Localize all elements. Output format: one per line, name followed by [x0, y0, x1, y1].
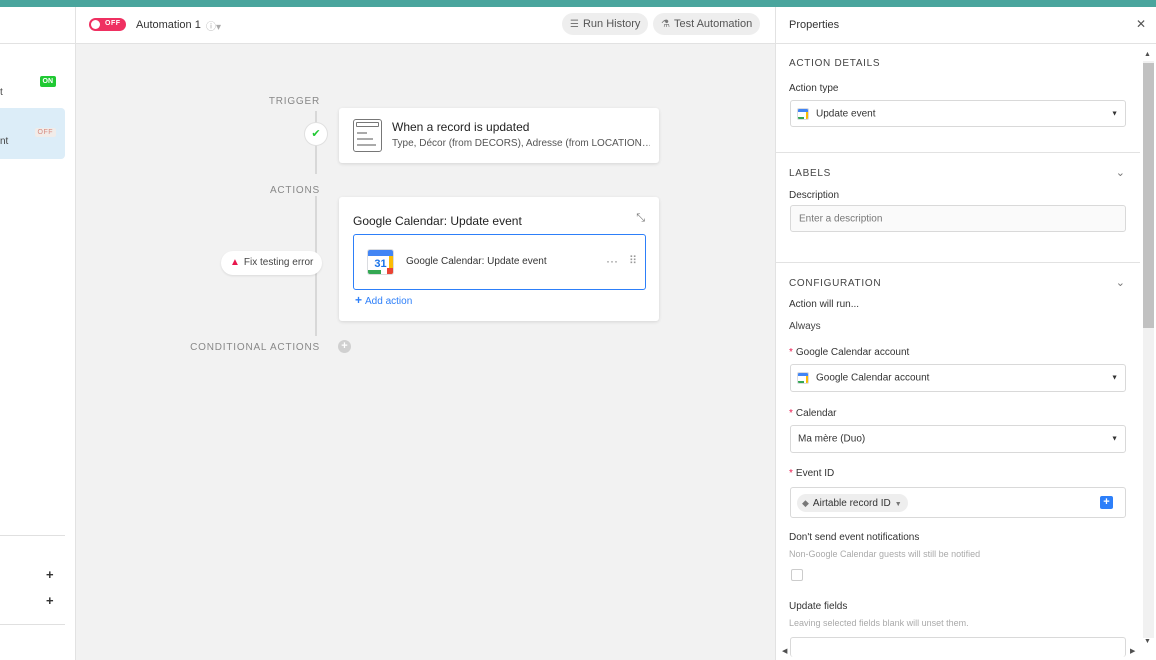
description-input[interactable]: Enter a description	[790, 205, 1126, 232]
properties-header: Properties ✕	[776, 7, 1156, 44]
more-options-icon[interactable]: ···	[606, 254, 618, 268]
record-updated-icon	[353, 119, 382, 152]
list-icon: ☰	[570, 19, 579, 30]
sidebar-add-button[interactable]: +	[46, 567, 54, 582]
sidebar-divider	[0, 535, 65, 536]
airtable-record-id-token[interactable]: ◆ Airtable record ID ▼	[797, 494, 908, 512]
automation-toggle[interactable]: OFF	[89, 18, 126, 31]
actions-section-label: ACTIONS	[269, 185, 320, 196]
sidebar-item-label: t	[0, 87, 3, 98]
action-item-label: Google Calendar: Update event	[406, 256, 547, 267]
trigger-subtitle: Type, Décor (from DÉCORS), Adresse (from…	[392, 138, 650, 149]
action-item-selected[interactable]: 31 Google Calendar: Update event ··· ⠿	[353, 234, 646, 290]
sidebar-add-section-button[interactable]: +	[46, 593, 54, 608]
trigger-card[interactable]: When a record is updated Type, Décor (fr…	[339, 108, 659, 163]
properties-panel: Properties ✕ ACTION DETAILS Action type …	[775, 7, 1156, 660]
event-id-input[interactable]: ◆ Airtable record ID ▼ +	[790, 487, 1126, 518]
tag-icon: ◆	[802, 498, 809, 508]
top-color-strip	[0, 0, 1156, 7]
run-history-button[interactable]: ☰ Run History	[562, 13, 649, 35]
dont-send-notifications-checkbox[interactable]	[791, 569, 803, 581]
google-calendar-icon	[797, 107, 809, 120]
event-id-label: * Event ID	[789, 468, 835, 479]
update-fields-label: Update fields	[789, 601, 848, 612]
toggle-label: OFF	[105, 20, 121, 27]
google-calendar-account-label: * Google Calendar account	[789, 347, 910, 358]
description-label: Description	[789, 190, 840, 201]
toggle-knob	[91, 20, 100, 29]
properties-horizontal-scrollbar[interactable]: ◀ ▶	[780, 646, 1140, 658]
trigger-title: When a record is updated	[392, 120, 530, 134]
sidebar-item-automation-selected[interactable]: nt OFF	[0, 108, 65, 159]
action-type-select[interactable]: Update event ▼	[790, 100, 1126, 127]
sidebar-item-label: nt	[0, 136, 9, 147]
dropdown-caret-icon: ▼	[1111, 435, 1118, 443]
collapse-icon[interactable]: ⤡	[636, 212, 645, 225]
action-group-title: Google Calendar: Update event	[353, 214, 522, 228]
section-divider	[776, 152, 1140, 153]
trigger-section-label: TRIGGER	[268, 96, 320, 107]
action-type-label: Action type	[789, 83, 839, 94]
calendar-select[interactable]: Ma mère (Duo) ▼	[790, 425, 1126, 453]
insert-field-button[interactable]: +	[1100, 496, 1113, 509]
close-icon[interactable]: ✕	[1136, 17, 1146, 31]
action-group-card[interactable]: Google Calendar: Update event ⤡ 31 Googl…	[339, 197, 659, 321]
dropdown-caret-icon: ▼	[894, 501, 902, 508]
fix-testing-error-button[interactable]: ▲ Fix testing error	[221, 251, 323, 275]
notifications-help-text: Non-Google Calendar guests will still be…	[789, 549, 981, 559]
dropdown-caret-icon: ▼	[1111, 110, 1118, 117]
drag-handle-icon[interactable]: ⠿	[629, 254, 637, 267]
add-conditional-action-button[interactable]: +	[338, 340, 351, 353]
automation-list-sidebar: t ON nt OFF + +	[0, 7, 76, 660]
dont-send-notifications-label: Don't send event notifications	[789, 532, 920, 543]
test-automation-button[interactable]: ⚗ Test Automation	[653, 13, 761, 35]
info-icon[interactable]: ⓘ▾	[206, 18, 221, 33]
sidebar-header	[0, 7, 75, 44]
chevron-down-icon[interactable]: ⌄	[1116, 166, 1125, 179]
warning-icon: ▲	[230, 257, 240, 268]
section-divider	[776, 262, 1140, 263]
automation-name[interactable]: Automation 1	[136, 19, 201, 31]
configuration-section-title: CONFIGURATION	[789, 278, 882, 289]
action-run-label: Action will run...	[789, 299, 860, 310]
automation-toolbar: OFF Automation 1 ⓘ▾ ☰ Run History ⚗ Test A…	[76, 7, 775, 44]
status-badge-on: ON	[39, 76, 56, 87]
calendar-label: * Calendar	[789, 408, 837, 419]
plus-icon: +	[355, 293, 363, 307]
sidebar-divider	[0, 624, 65, 625]
action-run-value: Always	[789, 321, 821, 332]
check-icon: ✔	[304, 122, 328, 146]
dropdown-caret-icon: ▼	[1111, 374, 1118, 382]
sidebar-item-automation-on[interactable]: t ON	[0, 67, 65, 107]
chevron-down-icon[interactable]: ⌄	[1116, 276, 1125, 289]
automation-canvas: TRIGGER ACTIONS CONDITIONAL ACTIONS ✔ Wh…	[76, 44, 775, 660]
labels-section-title: LABELS	[789, 168, 832, 179]
properties-vertical-scrollbar[interactable]: ▲ ▼	[1140, 51, 1154, 648]
update-fields-help-text: Leaving selected fields blank will unset…	[789, 618, 969, 628]
status-badge-off: OFF	[34, 128, 56, 137]
scrollbar-thumb[interactable]	[1143, 63, 1154, 328]
google-calendar-icon	[797, 372, 809, 384]
conditional-actions-label: CONDITIONAL ACTIONS	[190, 342, 320, 353]
action-details-section-title: ACTION DETAILS	[789, 58, 881, 69]
google-calendar-account-select[interactable]: Google Calendar account ▼	[790, 364, 1126, 392]
properties-title: Properties	[789, 19, 840, 31]
add-action-button[interactable]: + Add action	[355, 293, 412, 307]
flask-icon: ⚗	[661, 19, 670, 30]
google-calendar-icon: 31	[367, 249, 394, 275]
